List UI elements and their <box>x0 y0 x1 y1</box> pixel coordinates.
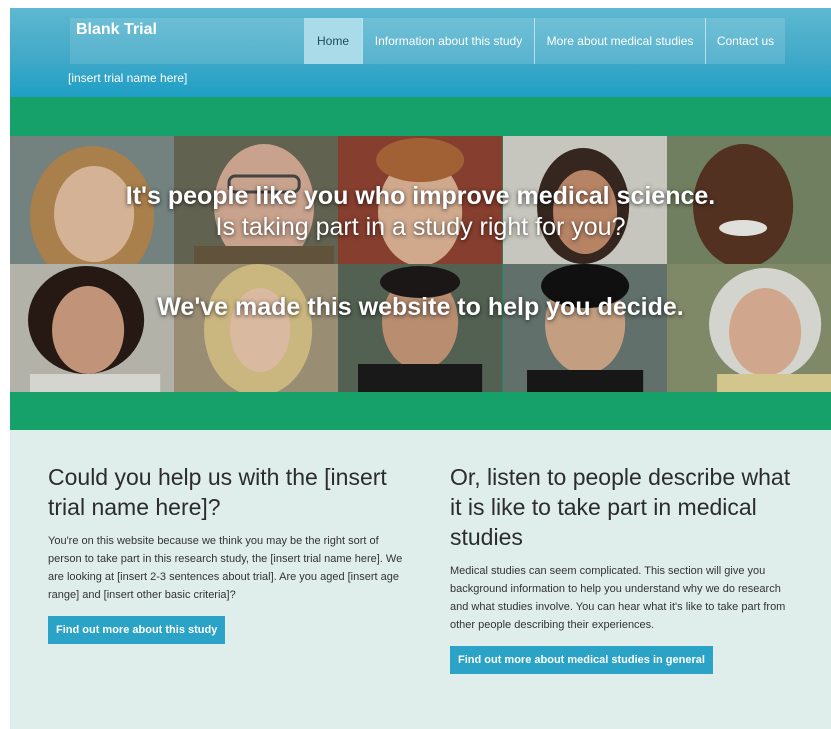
nav-medical-studies[interactable]: More about medical studies <box>534 18 705 64</box>
medical-studies-description: Medical studies can seem complicated. Th… <box>450 565 786 631</box>
hero-headline: It's people like you who improve medical… <box>125 182 716 210</box>
medical-studies-heading: Or, listen to people describe what it is… <box>450 464 791 550</box>
medical-studies-button[interactable]: Find out more about medical studies in g… <box>450 646 713 674</box>
study-column: Could you help us with the [insert trial… <box>48 462 404 644</box>
nav-home[interactable]: Home <box>304 18 362 64</box>
content-area: Could you help us with the [insert trial… <box>10 430 831 729</box>
brand-block[interactable]: Blank Trial <box>70 18 304 64</box>
main-nav: Home Information about this study More a… <box>304 18 785 64</box>
study-description: You're on this website because we think … <box>48 535 403 601</box>
hero-banner: It's people like you who improve medical… <box>10 136 831 392</box>
site-title[interactable]: Blank Trial <box>76 21 157 39</box>
trial-name-subtitle: [insert trial name here] <box>68 71 188 85</box>
study-heading: Could you help us with the [insert trial… <box>48 464 387 520</box>
hero-question: Is taking part in a study right for you? <box>215 213 626 241</box>
hero-overlay <box>10 136 831 392</box>
hero-tagline: We've made this website to help you deci… <box>157 293 684 321</box>
medical-studies-column: Or, listen to people describe what it is… <box>450 462 800 674</box>
nav-study-info[interactable]: Information about this study <box>362 18 534 64</box>
study-info-button[interactable]: Find out more about this study <box>48 616 226 644</box>
page-frame: Blank Trial [insert trial name here] Hom… <box>10 8 831 729</box>
nav-contact[interactable]: Contact us <box>705 18 785 64</box>
site-header: Blank Trial [insert trial name here] Hom… <box>10 8 831 97</box>
